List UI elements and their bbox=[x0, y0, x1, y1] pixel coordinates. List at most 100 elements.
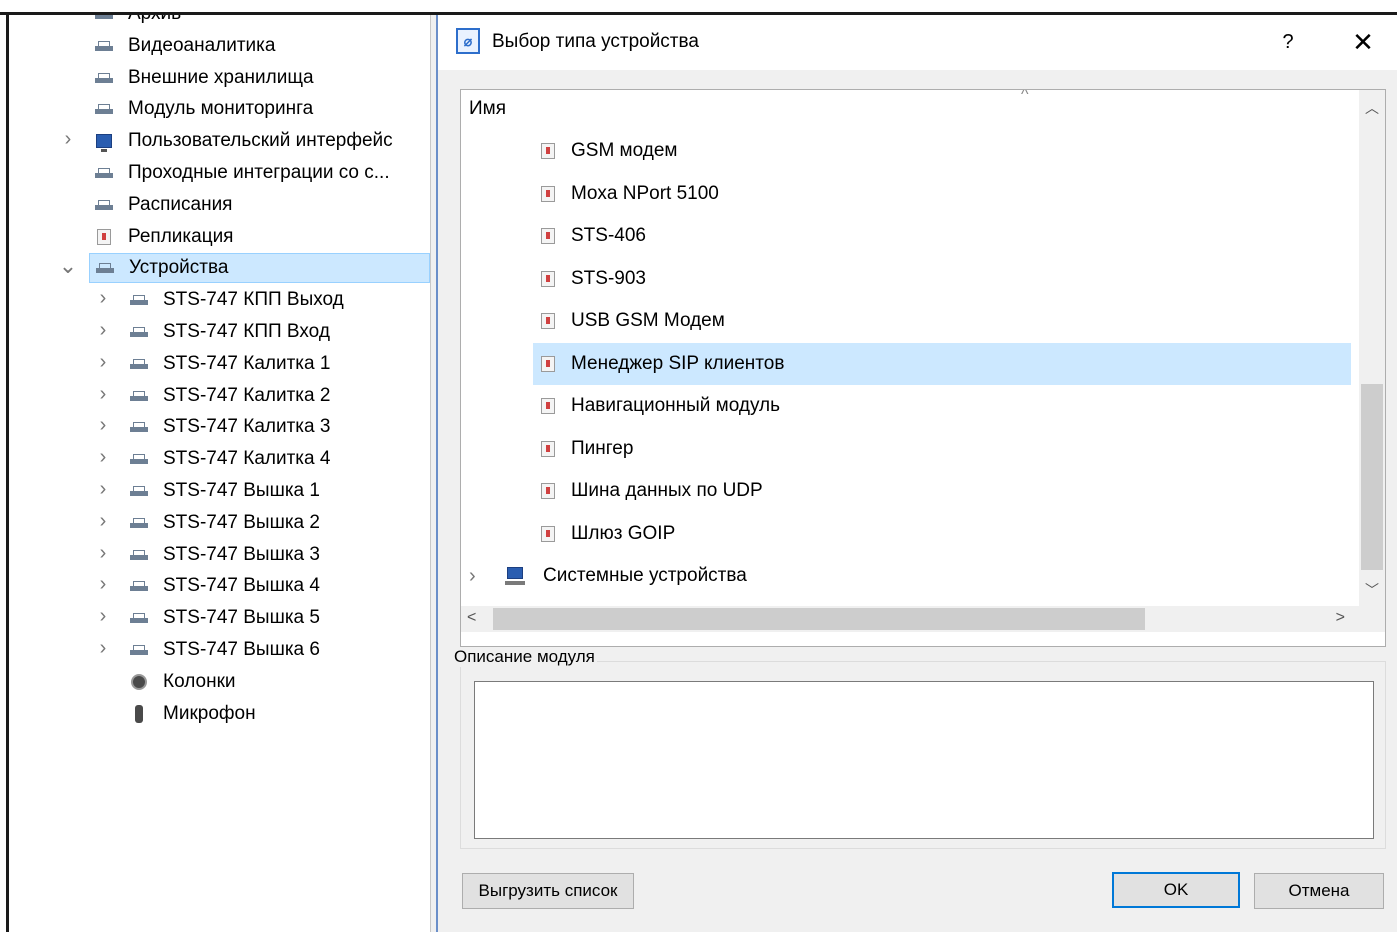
tree-item[interactable]: STS-747 Калитка 3 bbox=[129, 412, 430, 442]
module-icon bbox=[94, 228, 114, 246]
device-type-item[interactable]: Менеджер SIP клиентов bbox=[533, 343, 1351, 385]
network-icon bbox=[129, 641, 149, 659]
monitor-icon bbox=[94, 132, 114, 152]
horizontal-scroll-thumb[interactable] bbox=[493, 608, 1145, 630]
column-header-name[interactable]: Имя bbox=[469, 98, 506, 120]
device-type-item[interactable]: Шина данных по UDP bbox=[533, 470, 1351, 512]
network-icon bbox=[129, 450, 149, 468]
scroll-left-icon[interactable]: < bbox=[467, 609, 476, 627]
ok-button[interactable]: OK bbox=[1112, 872, 1240, 908]
scroll-down-icon[interactable]: ﹀ bbox=[1359, 580, 1385, 600]
module-icon bbox=[541, 271, 555, 287]
tree-item-label: STS-747 Вышка 1 bbox=[163, 480, 320, 501]
scroll-up-icon[interactable]: ︿ bbox=[1359, 98, 1385, 118]
module-icon bbox=[541, 356, 555, 372]
device-type-item[interactable]: Навигационный модуль bbox=[533, 385, 1351, 427]
tree-item[interactable]: Пользовательский интерфейс bbox=[94, 126, 430, 156]
tree-item-label: Репликация bbox=[128, 226, 234, 247]
description-field[interactable] bbox=[474, 681, 1374, 839]
device-type-item[interactable]: Пингер bbox=[533, 428, 1351, 470]
tree-item[interactable]: Проходные интеграции со с... bbox=[94, 158, 430, 188]
vertical-scrollbar[interactable]: ︿ ﹀ bbox=[1359, 90, 1385, 606]
device-type-item[interactable]: Шлюз GOIP bbox=[533, 513, 1351, 555]
tree-item[interactable]: STS-747 Вышка 4 bbox=[129, 571, 430, 601]
device-type-label: STS-903 bbox=[571, 268, 646, 289]
device-type-list[interactable]: ^ Имя ︿ ﹀ < > GSM модем Moxa NPort 5100 ST… bbox=[460, 89, 1386, 647]
network-icon bbox=[94, 164, 114, 182]
tree-item[interactable]: Колонки bbox=[129, 667, 430, 697]
tree-item[interactable]: Микрофон bbox=[129, 699, 430, 729]
chevron-right-icon[interactable]: › bbox=[96, 510, 110, 532]
help-button[interactable]: ? bbox=[1273, 25, 1303, 59]
tree-item-label: STS-747 Вышка 4 bbox=[163, 575, 320, 596]
network-icon bbox=[129, 355, 149, 373]
network-icon bbox=[94, 100, 114, 118]
chevron-right-icon[interactable]: › bbox=[96, 287, 110, 309]
network-icon bbox=[129, 418, 149, 436]
tree-item[interactable]: STS-747 Вышка 3 bbox=[129, 540, 430, 570]
chevron-right-icon[interactable]: › bbox=[96, 637, 110, 659]
horizontal-scrollbar[interactable]: < > bbox=[461, 606, 1385, 632]
tree-item[interactable]: STS-747 Вышка 5 bbox=[129, 603, 430, 633]
device-type-item[interactable]: STS-903 bbox=[533, 258, 1351, 300]
tree-item-label: STS-747 Калитка 2 bbox=[163, 385, 331, 406]
module-icon bbox=[541, 441, 555, 457]
tree-item-label: Расписания bbox=[128, 194, 233, 215]
vertical-scroll-thumb[interactable] bbox=[1361, 384, 1383, 570]
tree-item-label: Колонки bbox=[163, 671, 236, 692]
tree-item[interactable]: STS-747 Калитка 4 bbox=[129, 444, 430, 474]
tree-item[interactable]: STS-747 Вышка 6 bbox=[129, 635, 430, 665]
network-icon bbox=[129, 609, 149, 627]
chevron-right-icon[interactable]: › bbox=[96, 446, 110, 468]
device-type-item[interactable]: Moxa NPort 5100 bbox=[533, 173, 1351, 215]
tree-item[interactable]: STS-747 КПП Вход bbox=[129, 317, 430, 347]
tree-item[interactable]: Устройства bbox=[89, 253, 430, 283]
device-tree[interactable]: Архив Видеоаналитика Внешние хранилища Моду… bbox=[9, 15, 430, 932]
title-bar[interactable]: ⌀ Выбор типа устройства ? ✕ bbox=[438, 15, 1397, 70]
tree-item[interactable]: Архив bbox=[94, 15, 430, 29]
tree-item-label: STS-747 Вышка 6 bbox=[163, 639, 320, 660]
chevron-right-icon[interactable]: › bbox=[469, 565, 505, 588]
chevron-right-icon[interactable]: › bbox=[96, 542, 110, 564]
device-group-item[interactable]: › Системные устройства bbox=[469, 555, 747, 597]
chevron-right-icon[interactable]: › bbox=[96, 573, 110, 595]
tree-item[interactable]: Видеоаналитика bbox=[94, 31, 430, 61]
tree-item[interactable]: Внешние хранилища bbox=[94, 63, 430, 93]
device-type-label: Пингер bbox=[571, 438, 634, 459]
scroll-right-icon[interactable]: > bbox=[1336, 609, 1345, 627]
chevron-down-icon[interactable]: ⌄ bbox=[59, 253, 77, 278]
chevron-right-icon[interactable]: › bbox=[96, 351, 110, 373]
chevron-right-icon[interactable]: › bbox=[96, 605, 110, 627]
tree-item[interactable]: STS-747 КПП Выход bbox=[129, 285, 430, 315]
tree-item[interactable]: Модуль мониторинга bbox=[94, 94, 430, 124]
tree-item[interactable]: Расписания bbox=[94, 190, 430, 220]
device-type-item[interactable]: STS-406 bbox=[533, 215, 1351, 257]
chevron-right-icon[interactable]: › bbox=[96, 478, 110, 500]
cancel-button[interactable]: Отмена bbox=[1254, 873, 1384, 909]
export-list-button[interactable]: Выгрузить список bbox=[462, 873, 634, 909]
chevron-right-icon[interactable]: › bbox=[61, 128, 75, 150]
tree-item-label: Модуль мониторинга bbox=[128, 98, 314, 119]
tree-item[interactable]: Репликация bbox=[94, 222, 430, 252]
tree-item-label: Внешние хранилища bbox=[128, 67, 314, 88]
chevron-right-icon[interactable]: › bbox=[96, 319, 110, 341]
close-button[interactable]: ✕ bbox=[1343, 25, 1383, 59]
chevron-right-icon[interactable]: › bbox=[96, 383, 110, 405]
module-icon bbox=[541, 526, 555, 542]
device-type-label: Навигационный модуль bbox=[571, 395, 781, 416]
device-type-label: STS-406 bbox=[571, 225, 646, 246]
tree-item[interactable]: STS-747 Калитка 2 bbox=[129, 381, 430, 411]
speaker-icon bbox=[129, 673, 149, 691]
tree-item[interactable]: STS-747 Калитка 1 bbox=[129, 349, 430, 379]
chevron-right-icon[interactable]: › bbox=[96, 414, 110, 436]
module-icon bbox=[541, 313, 555, 329]
tree-item-label: STS-747 Вышка 3 bbox=[163, 544, 320, 565]
tree-item[interactable]: STS-747 Вышка 2 bbox=[129, 508, 430, 538]
network-icon bbox=[129, 387, 149, 405]
tree-item[interactable]: STS-747 Вышка 1 bbox=[129, 476, 430, 506]
tree-item-label: Микрофон bbox=[163, 703, 256, 724]
device-type-item[interactable]: GSM модем bbox=[533, 130, 1351, 172]
device-type-item[interactable]: USB GSM Модем bbox=[533, 300, 1351, 342]
tree-item-label: Проходные интеграции со с... bbox=[128, 162, 390, 183]
dialog-title: Выбор типа устройства bbox=[492, 31, 699, 52]
